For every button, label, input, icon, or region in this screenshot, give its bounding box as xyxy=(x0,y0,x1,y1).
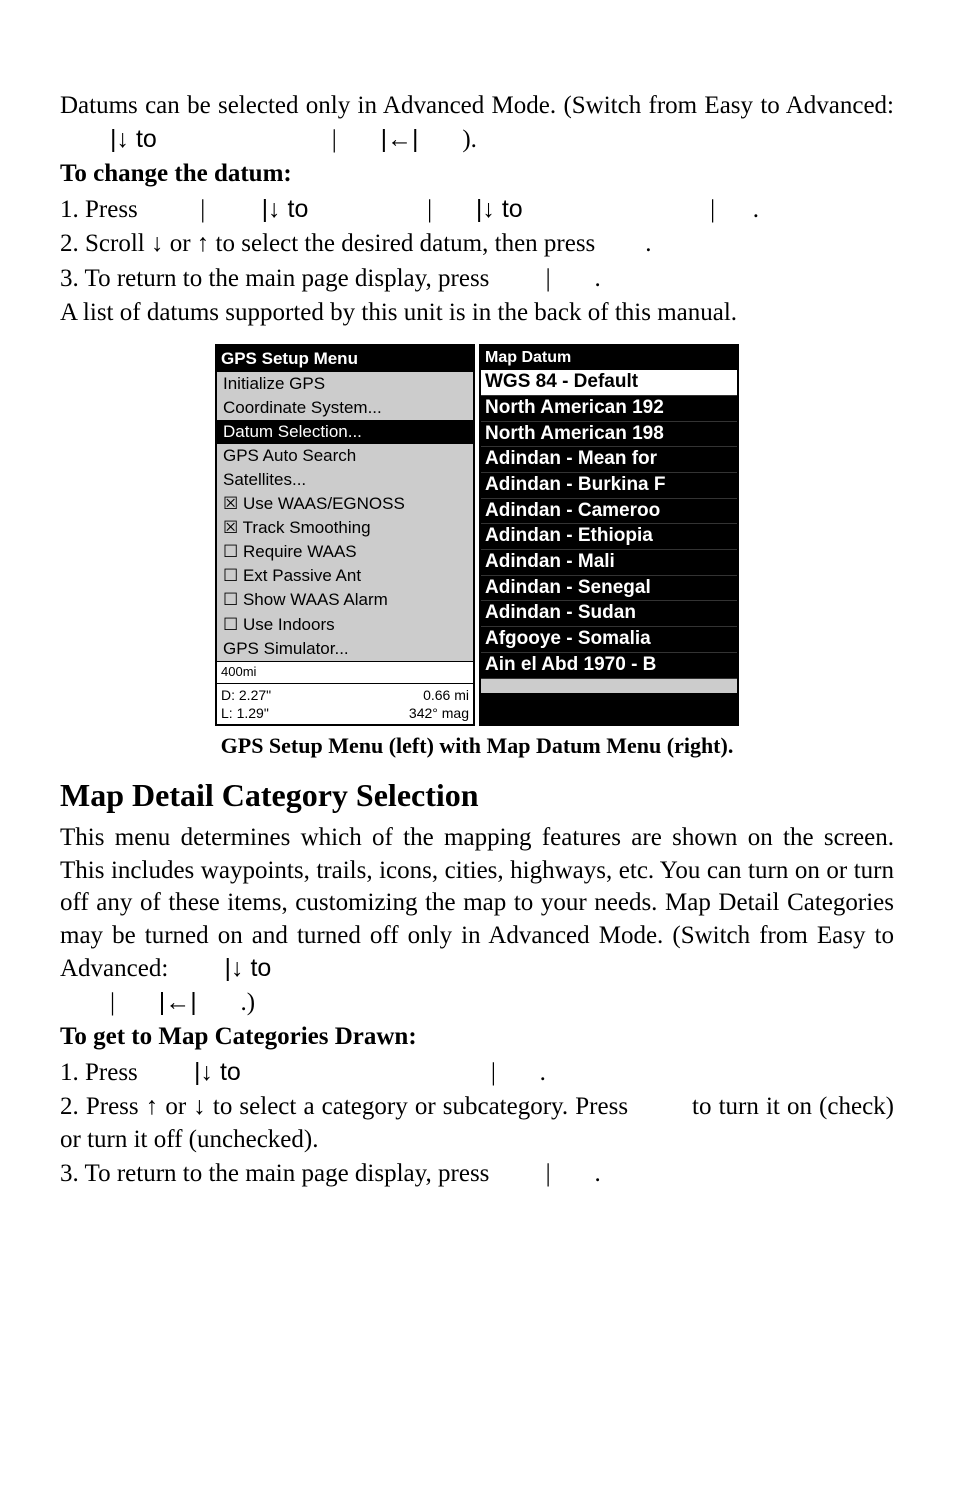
datum-footer xyxy=(481,679,737,693)
step2-b: . xyxy=(645,230,651,257)
datum-item: North American 192 xyxy=(481,396,737,422)
datum-item-selected: WGS 84 - Default xyxy=(481,370,737,396)
footer-right: 0.66 mi 342° mag xyxy=(409,686,469,722)
intro-text-1: Datums can be selected only in Advanced … xyxy=(60,92,894,119)
menu-item: ☐ Show WAAS Alarm xyxy=(217,588,473,612)
step1-a: 1. Press xyxy=(60,196,138,223)
datum-item: Adindan - Ethiopia xyxy=(481,524,737,550)
cstep1-a: 1. Press xyxy=(60,1059,138,1086)
datum-title: Map Datum xyxy=(481,346,737,371)
menu-item: Initialize GPS xyxy=(217,372,473,396)
footer-heading: 342° mag xyxy=(409,704,469,722)
para2d: |←| xyxy=(159,988,197,1016)
footer-dist: 0.66 mi xyxy=(409,686,469,704)
cstep3-b: | xyxy=(546,1160,551,1187)
menu-item: Coordinate System... xyxy=(217,396,473,420)
footer-l: L: 1.29" xyxy=(221,704,271,722)
menu-item: ☒ Use WAAS/EGNOSS xyxy=(217,492,473,516)
menu-item: GPS Simulator... xyxy=(217,637,473,661)
cat-step3: 3. To return to the main page display, p… xyxy=(60,1158,894,1191)
cstep1-c: | xyxy=(491,1059,496,1086)
step3-c: . xyxy=(594,265,600,292)
step3-a: 3. To return to the main page display, p… xyxy=(60,265,489,292)
cat-heading: To get to Map Categories Drawn: xyxy=(60,1021,894,1054)
menu-item: Satellites... xyxy=(217,468,473,492)
gps-menu-title: GPS Setup Menu xyxy=(217,346,473,372)
intro-key-3: |←| xyxy=(381,125,419,153)
step1-d: | xyxy=(427,196,432,223)
para2e: .) xyxy=(241,989,256,1016)
figure-wrap: GPS Setup Menu Initialize GPS Coordinate… xyxy=(60,344,894,726)
cat-step2: 2. Press ↑ or ↓ to select a category or … xyxy=(60,1091,894,1156)
menu-item: GPS Auto Search xyxy=(217,444,473,468)
step-3: 3. To return to the main page display, p… xyxy=(60,263,894,296)
figure-caption: GPS Setup Menu (left) with Map Datum Men… xyxy=(60,732,894,761)
step-1: 1. Press | |↓ to | |↓ to | . xyxy=(60,193,894,227)
datum-item: Adindan - Mali xyxy=(481,550,737,576)
menu-item: ☒ Track Smoothing xyxy=(217,516,473,540)
footer-d: D: 2.27" xyxy=(221,686,271,704)
datum-item: Adindan - Cameroo xyxy=(481,499,737,525)
step1-b: | xyxy=(200,196,205,223)
datum-item: Adindan - Sudan xyxy=(481,601,737,627)
cstep3-c: . xyxy=(594,1160,600,1187)
cat-step1: 1. Press |↓ to | . xyxy=(60,1056,894,1090)
step1-c: |↓ to xyxy=(262,195,309,223)
step1-f: | xyxy=(710,196,715,223)
step1-e: |↓ to xyxy=(476,195,523,223)
gps-footer: D: 2.27" L: 1.29" 0.66 mi 342° mag xyxy=(217,683,473,724)
para2b: |↓ to xyxy=(225,954,272,982)
intro-key-4: ). xyxy=(462,126,477,153)
menu-item: ☐ Ext Passive Ant xyxy=(217,564,473,588)
footer-left: D: 2.27" L: 1.29" xyxy=(221,686,271,722)
step1-g: . xyxy=(753,196,759,223)
datum-item: Adindan - Senegal xyxy=(481,576,737,602)
datum-item: Afgooye - Somalia xyxy=(481,627,737,653)
datum-item: Adindan - Burkina F xyxy=(481,473,737,499)
para2c: | xyxy=(110,989,115,1016)
cstep3-a: 3. To return to the main page display, p… xyxy=(60,1160,489,1187)
menu-item: ☐ Require WAAS xyxy=(217,540,473,564)
datum-item: Ain el Abd 1970 - B xyxy=(481,653,737,679)
cstep1-d: . xyxy=(540,1059,546,1086)
detail-para: This menu determines which of the mappin… xyxy=(60,822,894,1019)
cstep2a: 2. Press ↑ or ↓ to select a category or … xyxy=(60,1093,628,1120)
section-heading: Map Detail Category Selection xyxy=(60,775,894,817)
gps-setup-menu: GPS Setup Menu Initialize GPS Coordinate… xyxy=(215,344,475,726)
page: Datums can be selected only in Advanced … xyxy=(0,0,954,1253)
cstep1-b: |↓ to xyxy=(194,1058,241,1086)
intro-paragraph: Datums can be selected only in Advanced … xyxy=(60,90,894,156)
list-note: A list of datums supported by this unit … xyxy=(60,297,894,330)
intro-key-1: |↓ to xyxy=(110,125,157,153)
intro-key-2: | xyxy=(332,126,337,153)
step3-b: | xyxy=(546,265,551,292)
para2a: This menu determines which of the mappin… xyxy=(60,824,894,982)
datum-item: North American 198 xyxy=(481,422,737,448)
scale-bar: 400mi xyxy=(217,661,473,683)
change-heading: To change the datum: xyxy=(60,158,894,191)
map-datum-menu: Map Datum WGS 84 - Default North America… xyxy=(479,344,739,726)
step2-text: 2. Scroll ↓ or ↑ to select the desired d… xyxy=(60,230,595,257)
menu-item-selected: Datum Selection... xyxy=(217,420,473,444)
menu-item: ☐ Use Indoors xyxy=(217,613,473,637)
step-2: 2. Scroll ↓ or ↑ to select the desired d… xyxy=(60,228,894,261)
datum-item: Adindan - Mean for xyxy=(481,447,737,473)
